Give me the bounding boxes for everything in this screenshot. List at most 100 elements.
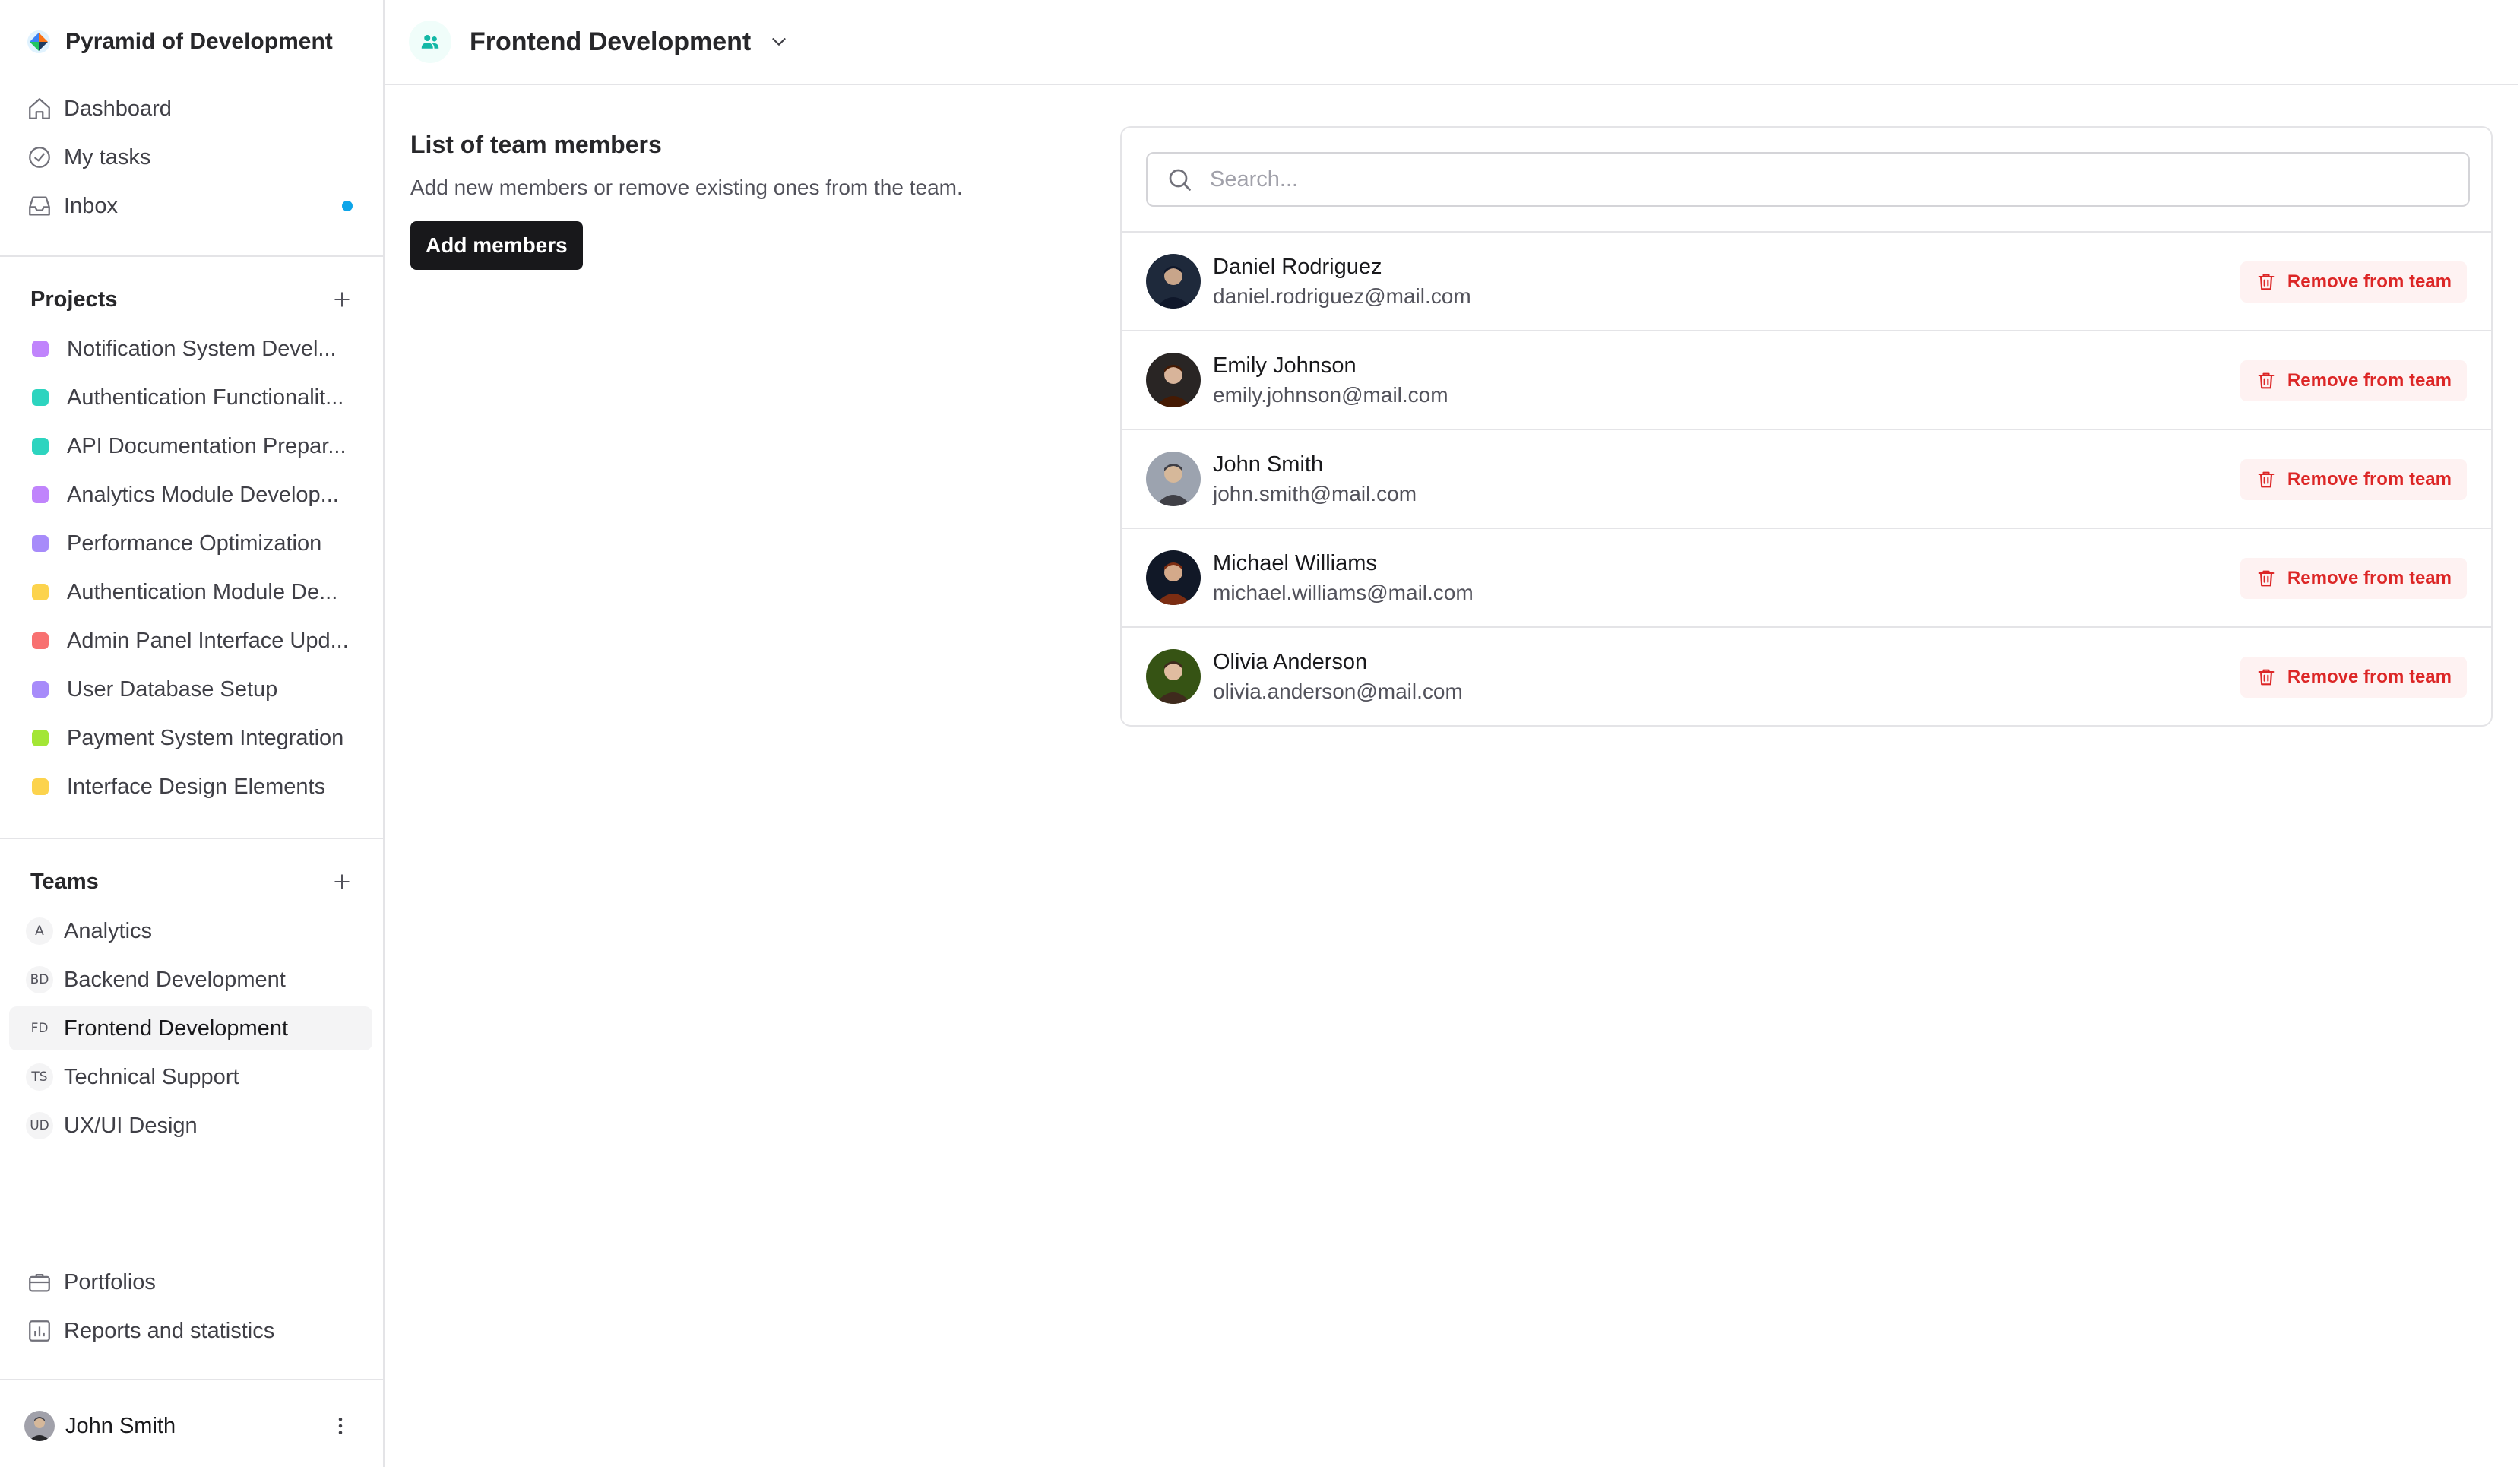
nav-reports[interactable]: Reports and statistics [9,1309,372,1353]
sidebar-project-item[interactable]: Analytics Module Develop... [9,473,372,517]
nav-dashboard[interactable]: Dashboard [9,87,372,131]
team-label: Frontend Development [64,1015,288,1041]
members-intro: List of team members Add new members or … [410,131,1094,270]
team-label: Analytics [64,918,153,943]
chevron-down-icon[interactable] [766,29,792,55]
main-content: Frontend Development List of team member… [385,0,2520,1467]
nav-label: Inbox [64,193,118,218]
member-info: Olivia Anderson olivia.anderson@mail.com [1213,650,1463,704]
remove-from-team-button[interactable]: Remove from team [2240,360,2467,401]
avatar [1146,452,1201,506]
trash-icon [2256,469,2277,490]
plus-icon[interactable] [327,867,357,897]
sidebar-team-item[interactable]: UD UX/UI Design [9,1104,372,1148]
team-badge: BD [26,966,53,993]
member-email: emily.johnson@mail.com [1213,382,1448,407]
avatar [1146,353,1201,407]
search-input[interactable] [1210,166,2426,192]
divider [0,255,383,257]
nav-portfolios[interactable]: Portfolios [9,1260,372,1304]
plus-icon[interactable] [327,284,357,315]
member-email: daniel.rodriguez@mail.com [1213,284,1471,308]
trash-icon [2256,271,2277,293]
sidebar: Pyramid of Development Dashboard My task… [0,0,385,1467]
project-label: Authentication Module De... [67,579,338,604]
sidebar-team-item[interactable]: A Analytics [9,909,372,953]
workspace-name: Pyramid of Development [65,29,333,54]
search-box [1146,152,2470,207]
member-row: Michael Williams michael.williams@mail.co… [1122,528,2491,626]
sidebar-project-item[interactable]: Performance Optimization [9,521,372,566]
sidebar-project-item[interactable]: Notification System Devel... [9,327,372,371]
remove-label: Remove from team [2287,469,2452,490]
project-label: Payment System Integration [67,725,344,750]
nav-label: Dashboard [64,96,172,121]
teams-header: Teams [30,865,357,898]
project-label: Admin Panel Interface Upd... [67,628,349,653]
project-color-dot [32,486,49,503]
sidebar-project-item[interactable]: Authentication Module De... [9,570,372,614]
project-color-dot [32,681,49,698]
sidebar-team-item[interactable]: FD Frontend Development [9,1006,372,1050]
project-color-dot [32,438,49,455]
sidebar-project-item[interactable]: Interface Design Elements [9,765,372,809]
remove-label: Remove from team [2287,667,2452,687]
home-icon [26,95,53,122]
team-badge: FD [26,1015,53,1042]
sidebar-project-item[interactable]: User Database Setup [9,667,372,711]
project-color-dot [32,535,49,552]
member-info: Daniel Rodriguez daniel.rodriguez@mail.co… [1213,255,1471,309]
current-user-name: John Smith [65,1413,176,1438]
avatar [1146,649,1201,704]
bar-chart-icon [26,1317,53,1345]
sidebar-project-item[interactable]: API Documentation Prepar... [9,424,372,468]
member-row: John Smith john.smith@mail.com Remove from… [1122,429,2491,528]
member-email: john.smith@mail.com [1213,481,1417,505]
sidebar-project-item[interactable]: Payment System Integration [9,716,372,760]
section-description: Add new members or remove existing ones … [410,176,963,199]
project-color-dot [32,584,49,600]
users-icon [409,21,451,63]
nav-my-tasks[interactable]: My tasks [9,135,372,179]
remove-from-team-button[interactable]: Remove from team [2240,459,2467,500]
remove-from-team-button[interactable]: Remove from team [2240,261,2467,303]
sidebar-team-item[interactable]: TS Technical Support [9,1055,372,1099]
more-vertical-icon[interactable] [327,1409,354,1443]
project-label: API Documentation Prepar... [67,433,347,458]
unread-indicator [342,201,353,211]
current-user[interactable]: John Smith [9,1403,372,1449]
nav-label: My tasks [64,144,151,170]
sidebar-team-item[interactable]: BD Backend Development [9,958,372,1002]
member-list: Daniel Rodriguez daniel.rodriguez@mail.co… [1122,231,2491,725]
team-label: UX/UI Design [64,1113,198,1138]
member-info: Emily Johnson emily.johnson@mail.com [1213,353,1448,407]
member-name: Emily Johnson [1213,353,1357,378]
remove-label: Remove from team [2287,370,2452,391]
projects-title: Projects [30,287,118,312]
divider [0,838,383,839]
project-color-dot [32,778,49,795]
page-title[interactable]: Frontend Development [470,27,751,57]
sidebar-project-item[interactable]: Admin Panel Interface Upd... [9,619,372,663]
projects-header: Projects [30,283,357,316]
workspace-switcher[interactable]: Pyramid of Development [26,26,333,58]
trash-icon [2256,667,2277,688]
nav-label: Reports and statistics [64,1318,275,1343]
member-name: Daniel Rodriguez [1213,254,1382,279]
divider [0,1379,383,1380]
project-label: Analytics Module Develop... [67,482,339,507]
remove-from-team-button[interactable]: Remove from team [2240,558,2467,599]
project-label: Authentication Functionalit... [67,385,344,410]
sidebar-project-item[interactable]: Authentication Functionalit... [9,375,372,420]
section-heading: List of team members [410,131,662,158]
check-circle-icon [26,144,53,171]
add-members-button[interactable]: Add members [410,221,583,270]
trash-icon [2256,568,2277,589]
member-name: John Smith [1213,452,1324,477]
project-label: Interface Design Elements [67,774,326,799]
remove-from-team-button[interactable]: Remove from team [2240,657,2467,698]
member-row: Emily Johnson emily.johnson@mail.com Remov… [1122,330,2491,429]
teams-title: Teams [30,869,99,894]
member-email: michael.williams@mail.com [1213,580,1474,604]
nav-inbox[interactable]: Inbox [9,184,372,228]
